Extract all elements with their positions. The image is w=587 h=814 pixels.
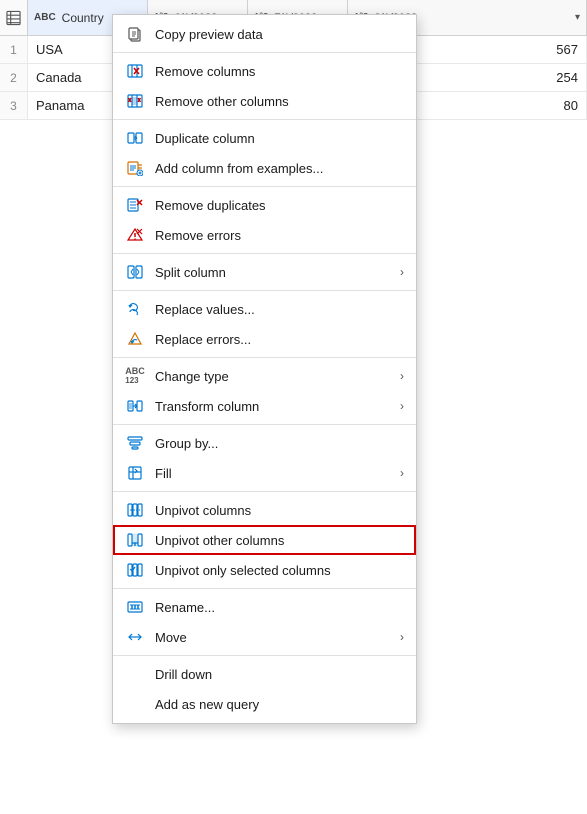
duplicate-column-icon bbox=[125, 128, 145, 148]
header-dropdown-date3[interactable]: ▾ bbox=[575, 12, 580, 23]
remove-errors-label: Remove errors bbox=[155, 228, 404, 243]
fill-arrow: › bbox=[400, 466, 404, 480]
sep-10 bbox=[113, 655, 416, 656]
grid-header-rownum bbox=[0, 0, 28, 35]
remove-columns-icon bbox=[125, 61, 145, 81]
menu-item-unpivot-selected-columns[interactable]: Unpivot only selected columns bbox=[113, 555, 416, 585]
remove-other-columns-icon bbox=[125, 91, 145, 111]
menu-item-unpivot-other-columns[interactable]: Unpivot other columns bbox=[113, 525, 416, 555]
split-column-icon bbox=[125, 262, 145, 282]
menu-item-replace-errors[interactable]: Replace errors... bbox=[113, 324, 416, 354]
remove-errors-icon bbox=[125, 225, 145, 245]
replace-errors-icon bbox=[125, 329, 145, 349]
group-by-label: Group by... bbox=[155, 436, 404, 451]
menu-item-rename[interactable]: Rename... bbox=[113, 592, 416, 622]
sep-1 bbox=[113, 52, 416, 53]
sep-5 bbox=[113, 290, 416, 291]
add-new-query-label: Add as new query bbox=[155, 697, 404, 712]
menu-item-add-new-query[interactable]: Add as new query bbox=[113, 689, 416, 719]
menu-item-add-column-examples[interactable]: Add column from examples... bbox=[113, 153, 416, 183]
split-column-label: Split column bbox=[155, 265, 390, 280]
sep-7 bbox=[113, 424, 416, 425]
menu-item-drill-down[interactable]: Drill down bbox=[113, 659, 416, 689]
change-type-label: Change type bbox=[155, 369, 390, 384]
move-arrow: › bbox=[400, 630, 404, 644]
add-column-examples-icon bbox=[125, 158, 145, 178]
sep-4 bbox=[113, 253, 416, 254]
sep-2 bbox=[113, 119, 416, 120]
sep-9 bbox=[113, 588, 416, 589]
drill-down-label: Drill down bbox=[155, 667, 404, 682]
change-type-arrow: › bbox=[400, 369, 404, 383]
remove-other-columns-label: Remove other columns bbox=[155, 94, 404, 109]
change-type-icon: ABC123 bbox=[125, 366, 145, 386]
replace-values-icon bbox=[125, 299, 145, 319]
fill-icon bbox=[125, 463, 145, 483]
menu-item-remove-duplicates[interactable]: Remove duplicates bbox=[113, 190, 416, 220]
replace-errors-label: Replace errors... bbox=[155, 332, 404, 347]
unpivot-columns-label: Unpivot columns bbox=[155, 503, 404, 518]
copy-preview-label: Copy preview data bbox=[155, 27, 404, 42]
menu-item-fill[interactable]: Fill › bbox=[113, 458, 416, 488]
transform-column-icon bbox=[125, 396, 145, 416]
menu-item-duplicate-column[interactable]: Duplicate column bbox=[113, 123, 416, 153]
type-icon-country: ABC bbox=[34, 12, 56, 23]
menu-item-group-by[interactable]: Group by... bbox=[113, 428, 416, 458]
rename-icon bbox=[125, 597, 145, 617]
drill-down-icon bbox=[125, 664, 145, 684]
row-num-2: 2 bbox=[0, 64, 28, 91]
remove-duplicates-icon bbox=[125, 195, 145, 215]
menu-item-split-column[interactable]: Split column › bbox=[113, 257, 416, 287]
remove-duplicates-label: Remove duplicates bbox=[155, 198, 404, 213]
menu-item-unpivot-columns[interactable]: Unpivot columns bbox=[113, 495, 416, 525]
menu-item-change-type[interactable]: ABC123 Change type › bbox=[113, 361, 416, 391]
unpivot-other-columns-icon bbox=[125, 530, 145, 550]
row-num-3: 3 bbox=[0, 92, 28, 119]
menu-item-remove-other-columns[interactable]: Remove other columns bbox=[113, 86, 416, 116]
unpivot-other-columns-label: Unpivot other columns bbox=[155, 533, 404, 548]
menu-item-replace-values[interactable]: Replace values... bbox=[113, 294, 416, 324]
copy-icon bbox=[125, 24, 145, 44]
fill-label: Fill bbox=[155, 466, 390, 481]
replace-values-label: Replace values... bbox=[155, 302, 404, 317]
unpivot-selected-columns-icon bbox=[125, 560, 145, 580]
rename-label: Rename... bbox=[155, 600, 404, 615]
menu-item-remove-columns[interactable]: Remove columns bbox=[113, 56, 416, 86]
group-by-icon bbox=[125, 433, 145, 453]
duplicate-column-label: Duplicate column bbox=[155, 131, 404, 146]
split-column-arrow: › bbox=[400, 265, 404, 279]
sep-6 bbox=[113, 357, 416, 358]
remove-columns-label: Remove columns bbox=[155, 64, 404, 79]
transform-column-label: Transform column bbox=[155, 399, 390, 414]
move-icon bbox=[125, 627, 145, 647]
menu-item-copy-preview[interactable]: Copy preview data bbox=[113, 19, 416, 49]
sep-3 bbox=[113, 186, 416, 187]
transform-column-arrow: › bbox=[400, 399, 404, 413]
menu-item-transform-column[interactable]: Transform column › bbox=[113, 391, 416, 421]
header-label-country: Country bbox=[62, 11, 104, 25]
add-column-examples-label: Add column from examples... bbox=[155, 161, 404, 176]
sep-8 bbox=[113, 491, 416, 492]
move-label: Move bbox=[155, 630, 390, 645]
row-num-1: 1 bbox=[0, 36, 28, 63]
unpivot-selected-columns-label: Unpivot only selected columns bbox=[155, 563, 404, 578]
menu-item-move[interactable]: Move › bbox=[113, 622, 416, 652]
unpivot-columns-icon bbox=[125, 500, 145, 520]
add-new-query-icon bbox=[125, 694, 145, 714]
menu-item-remove-errors[interactable]: Remove errors bbox=[113, 220, 416, 250]
context-menu: Copy preview data Remove columns bbox=[112, 14, 417, 724]
